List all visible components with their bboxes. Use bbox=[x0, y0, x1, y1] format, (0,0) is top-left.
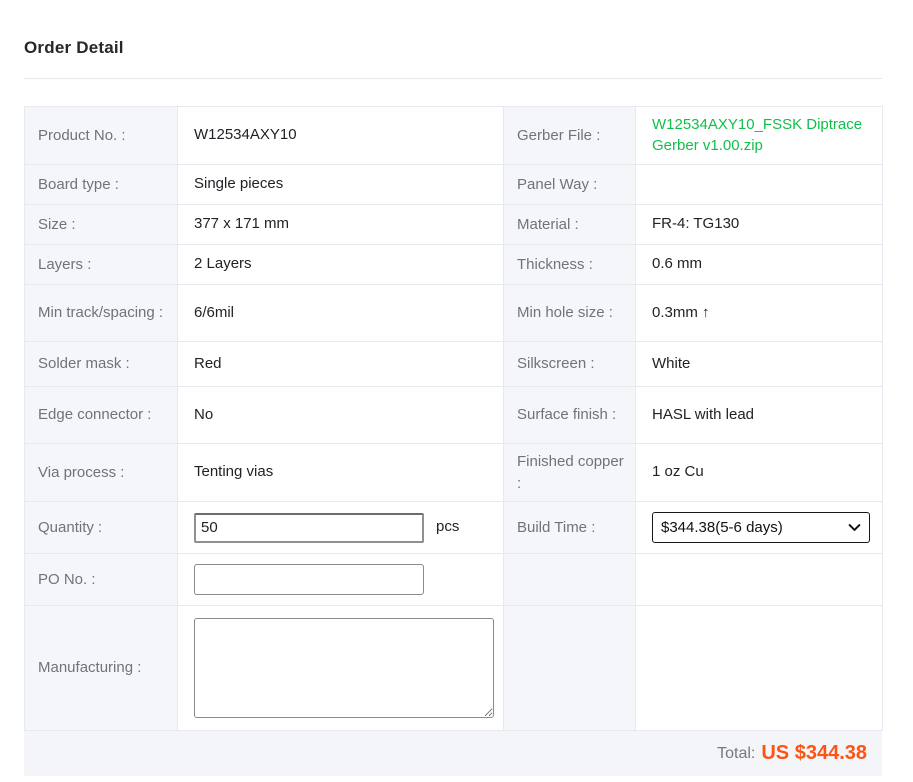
silkscreen-value: White bbox=[636, 342, 883, 387]
page-header: Order Detail bbox=[0, 0, 913, 58]
table-row: Edge connector : No Surface finish : HAS… bbox=[25, 387, 883, 444]
silkscreen-label: Silkscreen : bbox=[504, 342, 636, 387]
thickness-value: 0.6 mm bbox=[636, 245, 883, 285]
min-track-spacing-value: 6/6mil bbox=[178, 285, 504, 342]
finished-copper-label: Finished copper : bbox=[504, 444, 636, 502]
min-hole-size-label: Min hole size : bbox=[504, 285, 636, 342]
table-row: Size : 377 x 171 mm Material : FR-4: TG1… bbox=[25, 205, 883, 245]
material-value: FR-4: TG130 bbox=[636, 205, 883, 245]
surface-finish-label: Surface finish : bbox=[504, 387, 636, 444]
manufacturing-textarea[interactable] bbox=[194, 618, 494, 718]
table-row: Quantity : pcs Build Time : $344.38(5-6 … bbox=[25, 502, 883, 554]
finished-copper-value: 1 oz Cu bbox=[636, 444, 883, 502]
table-row: Via process : Tenting vias Finished copp… bbox=[25, 444, 883, 502]
layers-label: Layers : bbox=[25, 245, 178, 285]
edge-connector-label: Edge connector : bbox=[25, 387, 178, 444]
build-time-select[interactable]: $344.38(5-6 days) bbox=[652, 512, 870, 543]
quantity-input[interactable] bbox=[194, 513, 424, 543]
panel-way-label: Panel Way : bbox=[504, 165, 636, 205]
table-row: Layers : 2 Layers Thickness : 0.6 mm bbox=[25, 245, 883, 285]
min-hole-size-value: 0.3mm ↑ bbox=[636, 285, 883, 342]
quantity-unit: pcs bbox=[436, 517, 459, 537]
order-detail-table: Product No. : W12534AXY10 Gerber File : … bbox=[24, 106, 883, 731]
page-title: Order Detail bbox=[24, 38, 882, 58]
order-detail-page: Order Detail Product No. : W12534AXY10 G… bbox=[0, 0, 913, 782]
table-row: Manufacturing : bbox=[25, 606, 883, 731]
gerber-file-link[interactable]: W12534AXY10_FSSK Diptrace Gerber v1.00.z… bbox=[652, 115, 870, 156]
product-no-label: Product No. : bbox=[25, 107, 178, 165]
total-amount: US $344.38 bbox=[761, 742, 867, 765]
table-row: Min track/spacing : 6/6mil Min hole size… bbox=[25, 285, 883, 342]
manufacturing-label: Manufacturing : bbox=[25, 606, 178, 731]
layers-value: 2 Layers bbox=[178, 245, 504, 285]
via-process-label: Via process : bbox=[25, 444, 178, 502]
table-row: Product No. : W12534AXY10 Gerber File : … bbox=[25, 107, 883, 165]
table-row: PO No. : bbox=[25, 554, 883, 606]
header-divider bbox=[24, 78, 882, 79]
surface-finish-value: HASL with lead bbox=[636, 387, 883, 444]
material-label: Material : bbox=[504, 205, 636, 245]
min-track-spacing-label: Min track/spacing : bbox=[25, 285, 178, 342]
thickness-label: Thickness : bbox=[504, 245, 636, 285]
po-row-empty-label-cell bbox=[504, 554, 636, 606]
po-row-empty-value-cell bbox=[636, 554, 883, 606]
quantity-label: Quantity : bbox=[25, 502, 178, 554]
table-row: Solder mask : Red Silkscreen : White bbox=[25, 342, 883, 387]
table-row: Board type : Single pieces Panel Way : bbox=[25, 165, 883, 205]
build-time-label: Build Time : bbox=[504, 502, 636, 554]
solder-mask-value: Red bbox=[178, 342, 504, 387]
po-no-input[interactable] bbox=[194, 564, 424, 595]
board-type-value: Single pieces bbox=[178, 165, 504, 205]
size-value: 377 x 171 mm bbox=[178, 205, 504, 245]
manufacturing-row-empty-value-cell bbox=[636, 606, 883, 731]
po-no-label: PO No. : bbox=[25, 554, 178, 606]
size-label: Size : bbox=[25, 205, 178, 245]
manufacturing-row-empty-label-cell bbox=[504, 606, 636, 731]
solder-mask-label: Solder mask : bbox=[25, 342, 178, 387]
via-process-value: Tenting vias bbox=[178, 444, 504, 502]
board-type-label: Board type : bbox=[25, 165, 178, 205]
total-label: Total: bbox=[717, 745, 755, 763]
total-bar: Total: US $344.38 bbox=[24, 731, 882, 776]
product-no-value: W12534AXY10 bbox=[178, 107, 504, 165]
panel-way-value bbox=[636, 165, 883, 205]
edge-connector-value: No bbox=[178, 387, 504, 444]
gerber-file-label: Gerber File : bbox=[504, 107, 636, 165]
